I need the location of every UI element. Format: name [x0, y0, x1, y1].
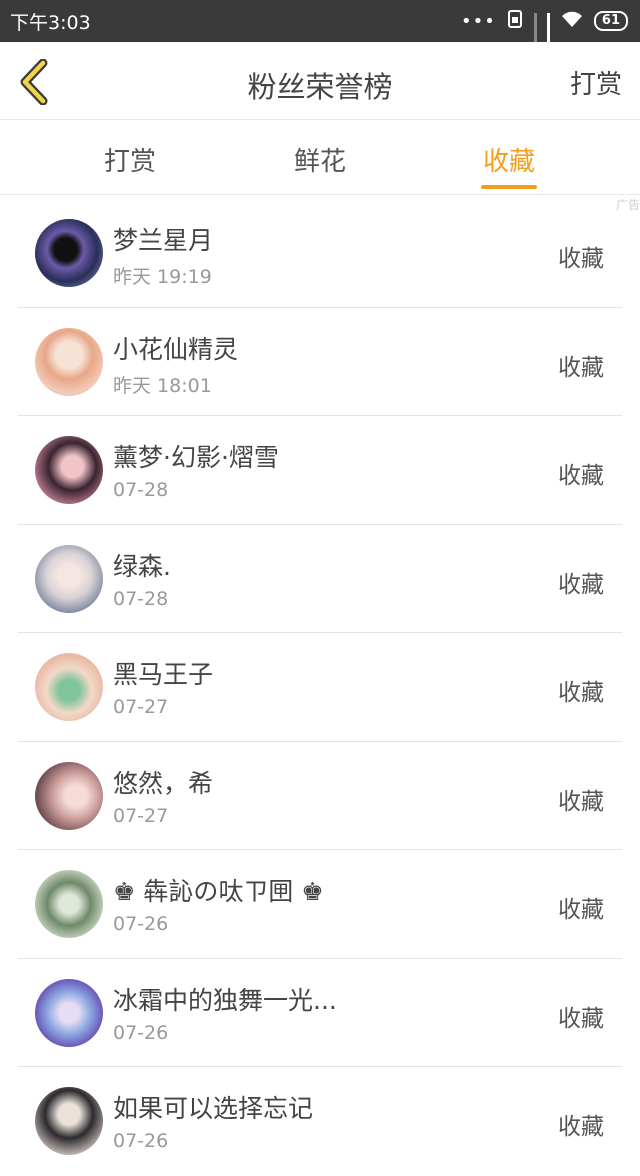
- favorite-label: 收藏: [558, 246, 604, 272]
- avatar: [35, 870, 103, 938]
- fan-time: 07-27: [113, 804, 169, 827]
- fan-list: 梦兰星月 昨天 19:19 收藏 小花仙精灵 昨天 18:01 收藏 薰梦·幻影…: [0, 199, 640, 1176]
- fan-time: 07-26: [113, 1021, 169, 1044]
- favorite-label: 收藏: [558, 680, 604, 706]
- avatar: [35, 1087, 103, 1155]
- avatar: [35, 978, 103, 1047]
- fan-name: 绿森.: [113, 551, 171, 581]
- tab-reward[interactable]: 打赏: [70, 141, 190, 178]
- favorite-label: 收藏: [558, 1005, 604, 1032]
- fan-time: 07-26: [113, 1130, 169, 1152]
- avatar: [35, 653, 103, 721]
- fan-name: 如果可以选择忘记: [113, 1094, 314, 1123]
- tab-bar: 打赏 鲜花 收藏: [0, 121, 640, 195]
- favorite-label: 收藏: [558, 354, 604, 381]
- nav-bar: 粉丝荣誉榜 打赏: [0, 42, 640, 120]
- list-item[interactable]: 黑马王子 07-27 收藏: [18, 633, 622, 742]
- favorite-label: 收藏: [558, 571, 604, 598]
- tab-favorites[interactable]: 收藏: [449, 141, 569, 178]
- fan-time: 昨天 18:01: [113, 374, 212, 397]
- active-tab-indicator: [481, 185, 537, 189]
- signal-sim2-icon: [533, 13, 537, 63]
- avatar: [35, 544, 103, 613]
- sim-icon: [506, 9, 524, 34]
- fan-time: 07-26: [113, 913, 169, 935]
- more-notifications-icon: •••: [461, 10, 496, 32]
- list-item[interactable]: 小花仙精灵 昨天 18:01 收藏: [18, 308, 622, 416]
- tab-flowers[interactable]: 鲜花: [260, 141, 380, 178]
- list-item[interactable]: 冰霜中的独舞一光... 07-26 收藏: [18, 959, 622, 1067]
- list-item[interactable]: 悠然，希 07-27 收藏: [18, 742, 622, 850]
- status-time: 下午3:03: [10, 11, 91, 34]
- favorite-label: 收藏: [558, 463, 604, 489]
- list-item[interactable]: 绿森. 07-28 收藏: [18, 525, 622, 633]
- favorite-label: 收藏: [558, 897, 604, 923]
- fan-name: 悠然，希: [113, 768, 214, 798]
- fan-name: 黑马王子: [113, 660, 214, 689]
- fan-name: 梦兰星月: [113, 226, 214, 255]
- fan-time: 昨天 19:19: [113, 266, 212, 288]
- list-item[interactable]: 如果可以选择忘记 07-26 收藏: [18, 1067, 622, 1176]
- avatar: [35, 436, 103, 504]
- wifi-icon: [560, 10, 584, 33]
- fan-name: 冰霜中的独舞一光...: [113, 985, 337, 1015]
- fan-time: 07-28: [113, 587, 169, 610]
- list-item[interactable]: 梦兰星月 昨天 19:19 收藏: [18, 199, 622, 308]
- avatar: [35, 761, 103, 830]
- reward-button[interactable]: 打赏: [570, 64, 622, 101]
- fan-name: 薰梦·幻影·熠雪: [113, 443, 279, 472]
- fan-time: 07-28: [113, 479, 169, 501]
- status-bar: 下午3:03 ••• 61: [0, 0, 640, 63]
- avatar: [35, 327, 103, 396]
- page-title: 粉丝荣誉榜: [247, 70, 393, 104]
- battery-icon: 61: [593, 11, 628, 31]
- fan-name: ♚ 犇訫の呔ㄗ㘡 ♚: [113, 877, 324, 906]
- fan-time: 07-27: [113, 696, 169, 718]
- list-item[interactable]: ♚ 犇訫の呔ㄗ㘡 ♚ 07-26 收藏: [18, 850, 622, 959]
- signal-icon: [546, 13, 550, 63]
- list-item[interactable]: 薰梦·幻影·熠雪 07-28 收藏: [18, 416, 622, 525]
- avatar: [35, 219, 103, 287]
- favorite-label: 收藏: [558, 1114, 604, 1140]
- fan-name: 小花仙精灵: [113, 334, 239, 364]
- favorite-label: 收藏: [558, 788, 604, 815]
- status-icons: ••• 61: [461, 9, 628, 63]
